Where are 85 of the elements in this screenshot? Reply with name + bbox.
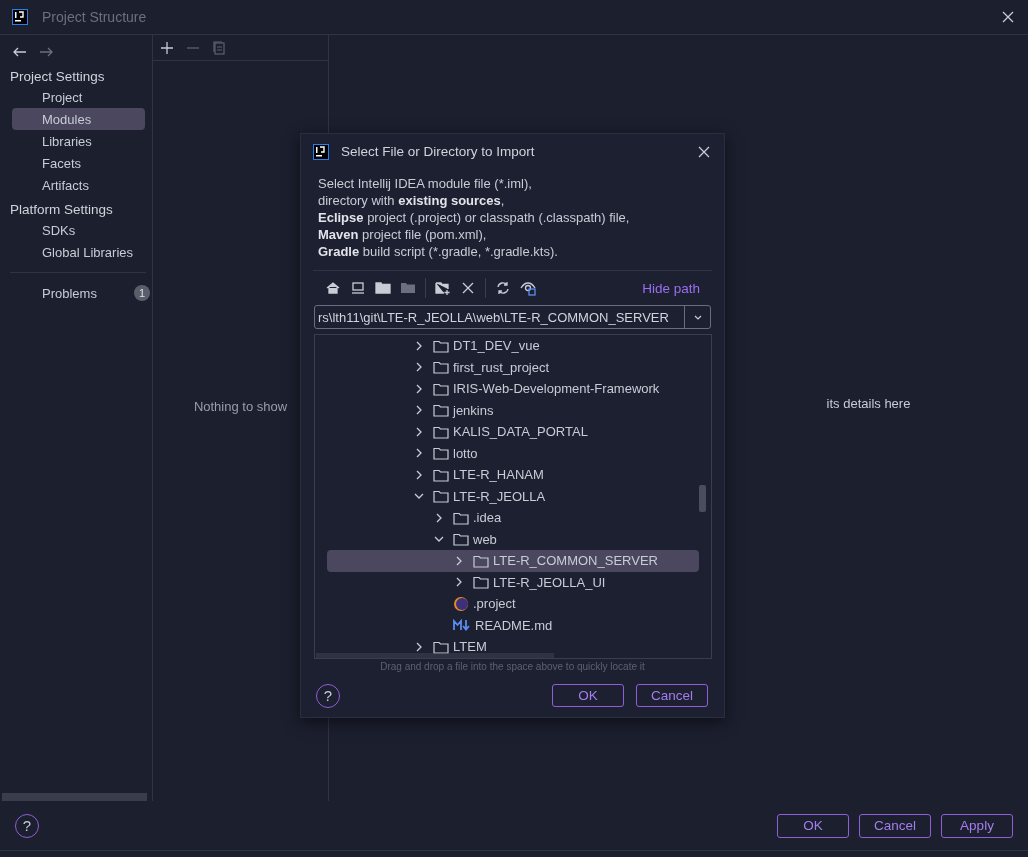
scrollbar-thumb: [699, 485, 706, 512]
folder-icon: [433, 639, 449, 654]
count-badge: 1: [134, 285, 150, 301]
tree-item[interactable]: KALIS_DATA_PORTAL: [327, 421, 699, 443]
item-label: .project: [473, 596, 516, 612]
app-logo-icon: [313, 143, 329, 160]
ok-button[interactable]: OK: [552, 684, 624, 707]
item-label: IRIS-Web-Development-Framework: [453, 381, 660, 397]
folder-icon: [453, 532, 469, 547]
folder-icon: [433, 360, 449, 375]
drop-hint: Drag and drop a file into the space above to quickly locate it: [379, 660, 646, 674]
item-label: README.md: [475, 617, 553, 633]
folder-icon: [473, 553, 489, 568]
refresh-icon[interactable]: [495, 280, 511, 296]
sidebar-group-title: Platform Settings: [9, 201, 114, 219]
folder-icon: [433, 424, 449, 439]
folder-icon: [433, 467, 449, 482]
tree-item[interactable]: LTEM: [327, 636, 699, 658]
show-hidden-icon[interactable]: [520, 280, 536, 296]
folder-icon: [433, 403, 449, 418]
tree-item[interactable]: lotto: [327, 442, 699, 464]
sidebar-item[interactable]: Problems: [42, 285, 97, 301]
item-label: DT1_DEV_vue: [453, 338, 540, 354]
tree-item[interactable]: LTE-R_HANAM: [327, 464, 699, 486]
description-line: directory with existing sources,: [318, 192, 506, 209]
folder-icon: [453, 510, 469, 525]
item-label: LTE-R_JEOLLA_UI: [493, 574, 606, 590]
folder-icon[interactable]: [375, 280, 391, 296]
sidebar-item[interactable]: SDKs: [12, 219, 145, 241]
sidebar-item[interactable]: Project: [12, 86, 145, 108]
path-field[interactable]: rs\lth11\git\LTE-R_JEOLLA\web\LTE-R_COMMON_SERVER: [314, 305, 711, 329]
sidebar-item[interactable]: Artifacts: [12, 174, 145, 196]
apply-button[interactable]: Apply: [941, 813, 1013, 838]
folder-icon: [433, 446, 449, 461]
markdown-icon: [453, 619, 471, 632]
hide-path-link[interactable]: Hide path: [642, 280, 700, 296]
tree-item[interactable]: LTE-R_JEOLLA_UI: [327, 571, 699, 593]
folder-icon: [433, 381, 449, 396]
item-label: LTEM: [453, 639, 487, 655]
item-label: KALIS_DATA_PORTAL: [453, 424, 588, 440]
tree-item[interactable]: LTE-R_JEOLLA: [327, 485, 699, 507]
folder-icon: [433, 489, 449, 504]
app-logo-icon: [12, 9, 28, 25]
tree-item[interactable]: web: [327, 528, 699, 550]
item-label: LTE-R_COMMON_SERVER: [493, 553, 658, 569]
item-label: jenkins: [453, 402, 494, 418]
details-hint: its details here: [826, 395, 911, 411]
eclipse-icon: [453, 595, 469, 612]
sidebar-item[interactable]: Facets: [12, 152, 145, 174]
delete-icon[interactable]: [460, 280, 476, 296]
tree-item[interactable]: LTE-R_COMMON_SERVER: [327, 550, 699, 572]
tree-item[interactable]: jenkins: [327, 399, 699, 421]
sidebar-item[interactable]: Modules: [12, 108, 145, 130]
sidebar-group-title: Project Settings: [9, 68, 106, 86]
window-title: Project Structure: [42, 9, 147, 25]
item-label: LTE-R_JEOLLA: [453, 488, 546, 504]
cancel-button[interactable]: Cancel: [859, 813, 931, 838]
ok-button[interactable]: OK: [777, 813, 849, 838]
tree-item[interactable]: .idea: [327, 507, 699, 529]
tree-item[interactable]: IRIS-Web-Development-Framework: [327, 378, 699, 400]
folder-icon: [433, 338, 449, 353]
empty-text: Nothing to show: [193, 398, 288, 414]
tree-item[interactable]: DT1_DEV_vue: [327, 335, 699, 357]
item-label: .idea: [473, 510, 502, 526]
description-line: Maven project file (pom.xml),: [318, 226, 488, 243]
description-line: Select Intellij IDEA module file (*.iml),: [318, 175, 533, 192]
description-line: Gradle build script (*.gradle, *.gradle.kts).: [318, 243, 559, 260]
item-label: web: [473, 531, 497, 547]
sidebar-item[interactable]: Libraries: [12, 130, 145, 152]
sidebar-item[interactable]: Global Libraries: [12, 241, 145, 263]
cancel-button[interactable]: Cancel: [636, 684, 708, 707]
item-label: first_rust_project: [453, 359, 550, 375]
tree-item[interactable]: README.md: [327, 614, 699, 636]
close-icon[interactable]: [1000, 9, 1016, 25]
desktop-icon[interactable]: [350, 280, 366, 296]
description-line: Eclipse project (.project) or classpath (.classpath) file,: [318, 209, 631, 226]
new-folder-icon[interactable]: [435, 280, 451, 296]
dialog-title: Select File or Directory to Import: [341, 144, 536, 159]
item-label: LTE-R_HANAM: [453, 467, 544, 483]
home-icon[interactable]: [325, 280, 341, 296]
tree-item[interactable]: .project: [327, 593, 699, 615]
item-label: lotto: [453, 445, 478, 461]
tree-item[interactable]: first_rust_project: [327, 356, 699, 378]
folder-icon: [473, 575, 489, 590]
add-icon[interactable]: [159, 39, 175, 56]
